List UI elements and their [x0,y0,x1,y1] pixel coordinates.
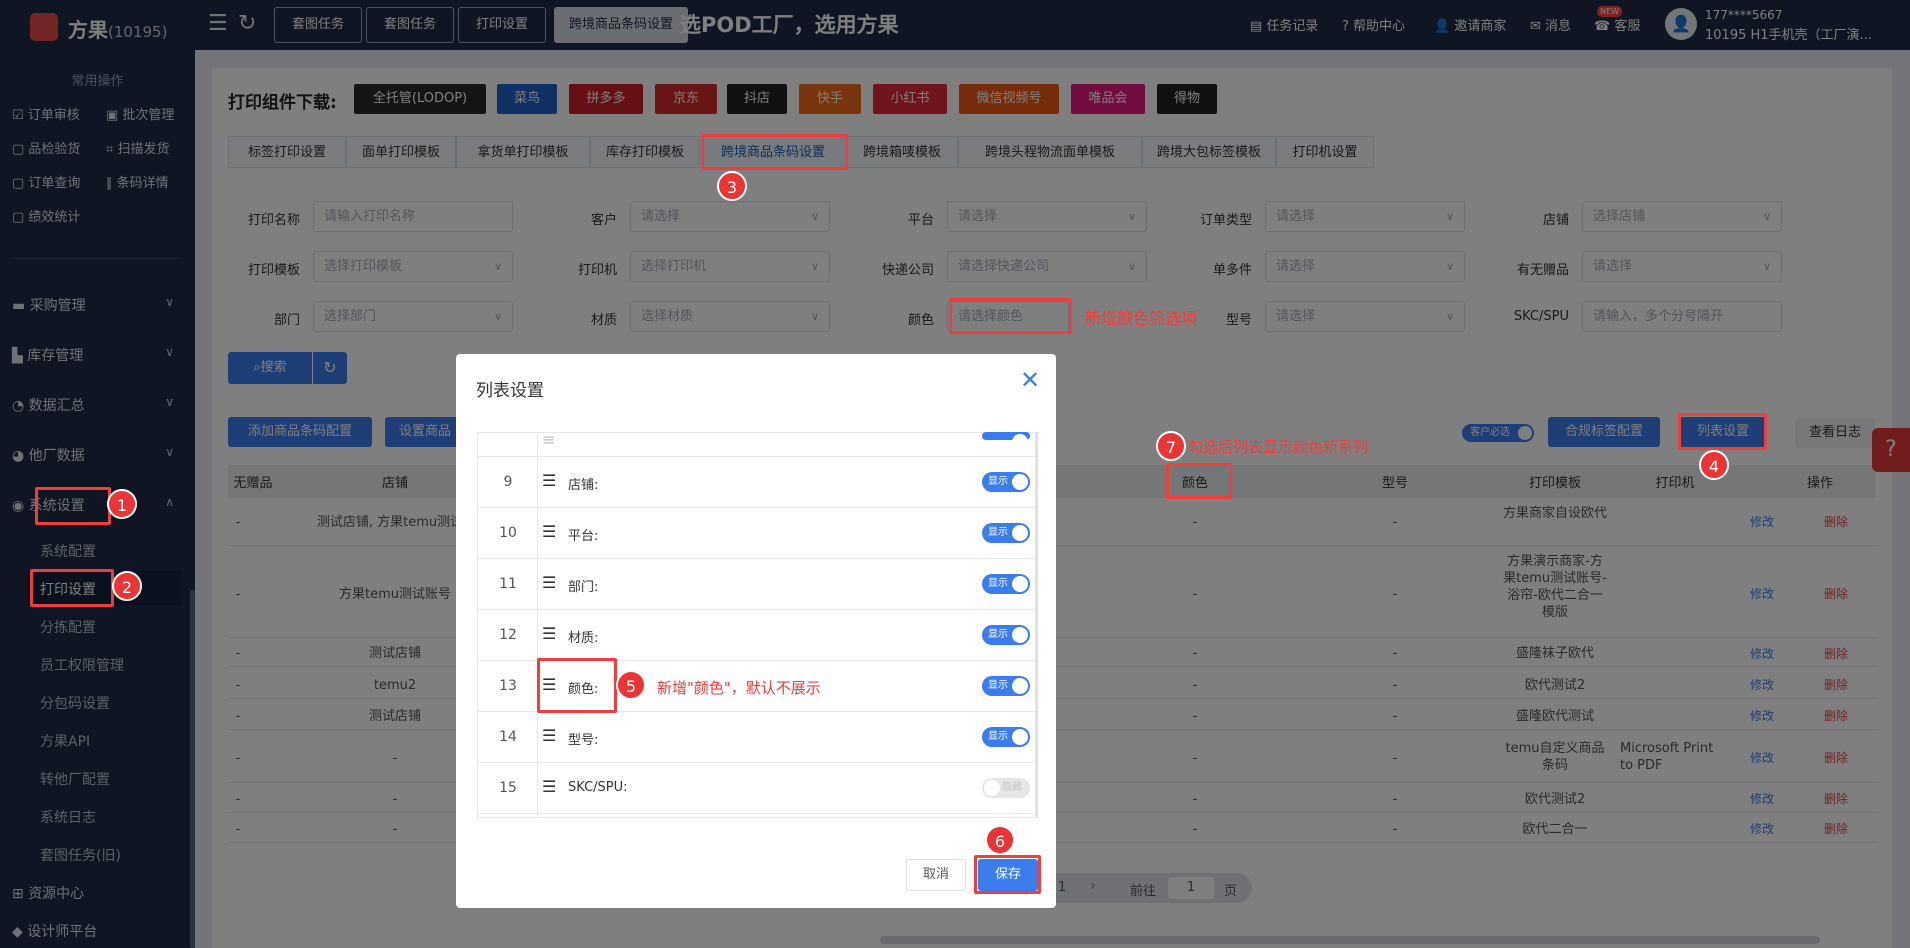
step-badge-2: 2 [112,571,142,601]
modal-scrollbar[interactable] [1036,432,1038,818]
row-index: 15 [499,780,517,796]
row-divider [478,507,1035,508]
row-index: 13 [499,678,517,694]
drag-handle-icon[interactable]: ☰ [542,726,556,745]
step-badge-7: 7 [1156,431,1186,461]
row-index: 11 [499,576,517,592]
show-toggle[interactable]: 显示 [982,574,1030,594]
highlight-color-filter [949,298,1072,334]
highlight-print-settings [30,569,114,607]
column-label: 店铺: [568,478,599,493]
show-toggle[interactable]: 显示 [982,472,1030,492]
note-column-result: 勾选后列表显示颜色新系列 [1188,438,1369,456]
drag-handle-icon[interactable]: ☰ [542,573,556,592]
show-toggle[interactable]: 显示 [982,676,1030,696]
column-label: SKC/SPU: [568,780,628,795]
row-divider [478,813,1035,814]
show-toggle[interactable]: 显示 [982,727,1030,747]
close-icon[interactable]: ✕ [1020,366,1040,394]
row-index: 14 [499,729,517,745]
highlight-save [974,855,1041,894]
drag-handle-icon[interactable]: ☰ [542,522,556,541]
step-badge-4: 4 [1699,450,1729,480]
column-label: 材质: [568,631,599,646]
drag-handle-icon[interactable]: ≡ [542,430,555,449]
cancel-button[interactable]: 取消 [906,859,966,891]
note-color-filter: 新增颜色筛选项 [1085,309,1198,328]
show-toggle[interactable]: 隐藏 [982,778,1030,798]
row-divider [478,762,1035,763]
highlight-system-settings [35,487,111,525]
drag-handle-icon[interactable]: ☰ [542,471,556,490]
column-label: 部门: [568,580,599,595]
row-divider [478,456,1035,457]
step-badge-5: 5 [616,670,646,700]
row-divider [478,609,1035,610]
show-toggle[interactable]: 显示 [982,523,1030,543]
show-toggle[interactable]: 显示 [982,625,1030,645]
highlight-crossborder-tab [701,134,848,170]
drag-handle-icon[interactable]: ☰ [542,777,556,796]
modal-title: 列表设置 [476,381,544,401]
row-index: 10 [499,525,517,541]
step-badge-1: 1 [107,489,137,519]
partial-toggle[interactable] [982,432,1030,450]
highlight-color-column [1166,463,1232,499]
highlight-column-settings [1678,413,1767,450]
row-index: 12 [499,627,517,643]
highlight-color-row [537,658,617,713]
row-index: 9 [503,474,513,490]
column-list [477,432,1036,818]
note-new-color-column: 新增"颜色"，默认不展示 [657,679,821,697]
step-badge-6: 6 [985,825,1015,855]
column-label: 平台: [568,529,599,544]
drag-handle-icon[interactable]: ☰ [542,624,556,643]
column-label: 型号: [568,733,599,748]
row-divider [478,558,1035,559]
step-badge-3: 3 [717,171,747,201]
